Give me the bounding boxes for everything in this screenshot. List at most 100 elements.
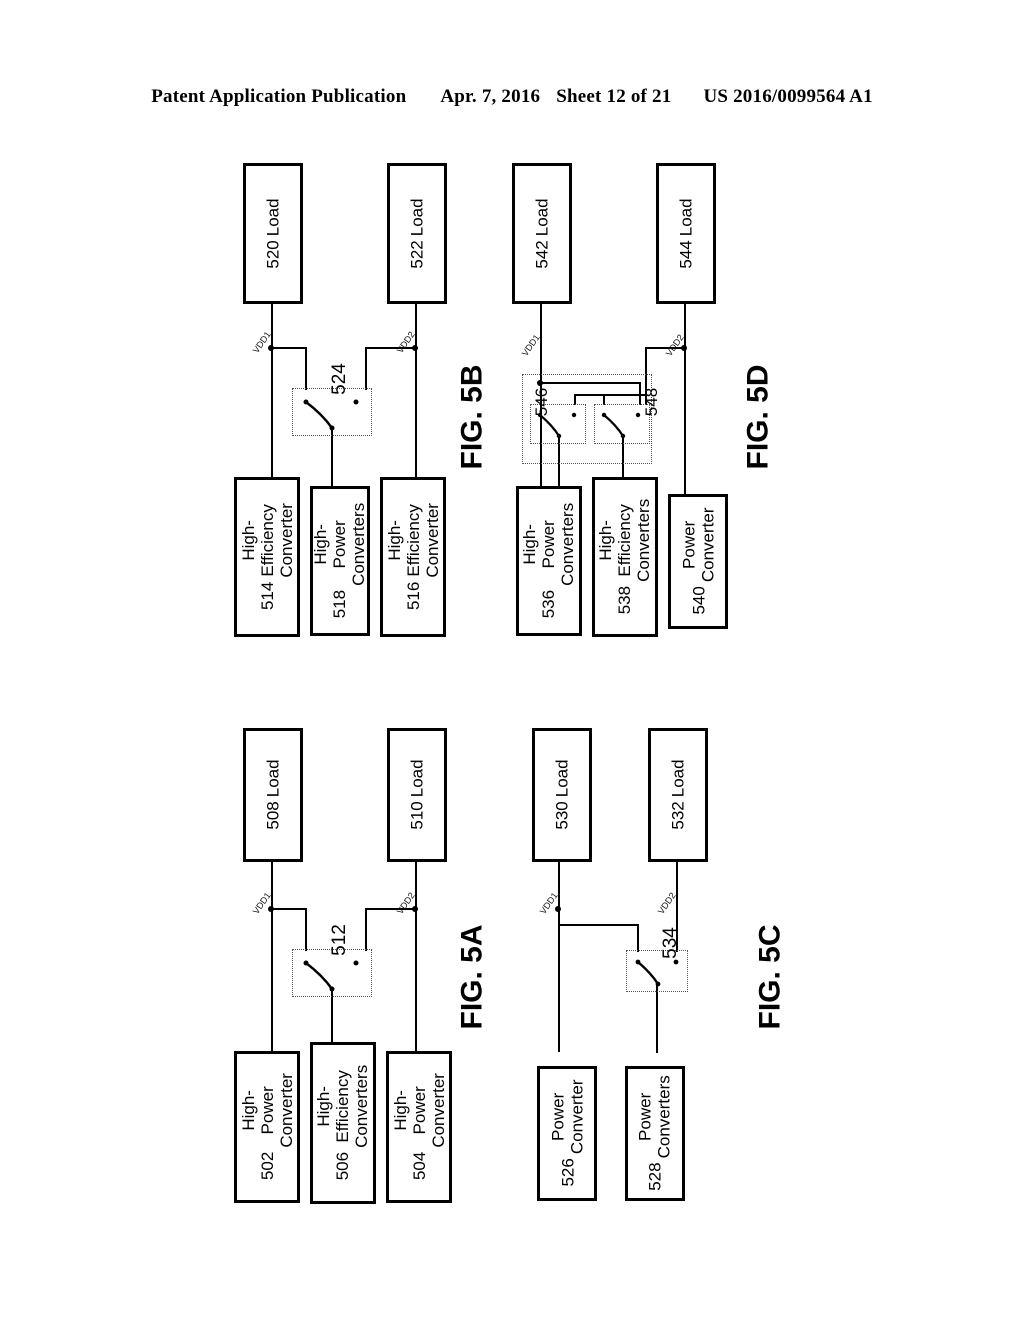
load-label-510: Load	[407, 759, 427, 798]
bus-wire-right-5a	[366, 908, 416, 910]
net-node-vdd1	[268, 345, 274, 351]
converter-ref-502: 502	[257, 1152, 277, 1181]
converter-label-518: High-Power Converters	[311, 503, 369, 587]
net-node-vdd1-5c	[555, 906, 561, 912]
bus-wire-5c	[558, 924, 638, 926]
figure-label-5c: FIG. 5C	[753, 924, 787, 1030]
converter-wire-502	[271, 908, 273, 1052]
bus-drop-right	[365, 347, 367, 390]
converter-ref-506: 506	[333, 1152, 353, 1181]
net-label-vdd2-5a: VDD2	[394, 890, 417, 916]
converter-box-540: 540 Power Converter	[668, 494, 728, 629]
load-label-532: Load	[668, 759, 688, 798]
switch-symbol-524[interactable]	[292, 388, 372, 436]
net-label-vdd1-5a: VDD1	[250, 890, 273, 916]
sheet-number: Sheet 12 of 21	[556, 86, 672, 107]
converter-box-518: 518 High-Power Converters	[310, 486, 370, 636]
publication-date: Apr. 7, 2016	[440, 86, 541, 107]
load-label-508: Load	[263, 759, 283, 798]
converter-ref-504: 504	[409, 1152, 429, 1181]
load-ref-510: 510	[407, 801, 427, 831]
net-node-vdd2	[412, 345, 418, 351]
switch-symbol-548[interactable]	[594, 404, 650, 444]
net-node-vdd1-5a	[268, 906, 274, 912]
net-label-vdd1: VDD1	[250, 329, 273, 355]
load-box-522: 522 Load	[387, 163, 447, 304]
net-wire-vdd2-5c	[676, 862, 678, 910]
converter-box-506: 506 High-Efficiency Converters	[310, 1042, 376, 1204]
load-ref-544: 544	[676, 240, 696, 269]
converter-box-514: 514 High-Efficiency Converter	[234, 477, 300, 637]
converter-ref-540: 540	[688, 586, 708, 616]
converter-label-502: High-Power Converter	[238, 1073, 296, 1149]
converter-ref-518: 518	[330, 590, 350, 619]
converter-ref-514: 514	[257, 582, 277, 611]
load-ref-542: 542	[532, 240, 552, 269]
net-wire-vdd1-5c	[558, 862, 560, 1052]
load-ref-520: 520	[263, 240, 283, 269]
load-label-542: Load	[532, 198, 552, 237]
load-label-544: Load	[676, 198, 696, 237]
converter-box-536: 536 High-Power Converters	[516, 486, 582, 636]
converter-box-516: 516 High-Efficiency Converter	[380, 477, 446, 637]
net-label-vdd2: VDD2	[394, 329, 417, 355]
bus-drop-left-5a	[305, 908, 307, 951]
converter-box-528: 528 Power Converters	[625, 1066, 685, 1201]
figure-label-5d: FIG. 5D	[741, 364, 775, 470]
converter-label-514: High-Efficiency Converter	[238, 503, 296, 579]
load-box-542: 542 Load	[512, 163, 572, 304]
converter-box-526: 526 Power Converter	[537, 1066, 597, 1201]
switch-common-wire	[331, 428, 333, 488]
load-label-530: Load	[552, 759, 572, 798]
converter-ref-536: 536	[539, 590, 559, 619]
load-box-520: 520 Load	[243, 163, 303, 304]
converter-ref-528: 528	[645, 1162, 665, 1192]
figure-label-5a: FIG. 5A	[455, 924, 489, 1030]
converter-box-538: 538 High-Efficiency Converters	[592, 477, 658, 637]
bus-wire-right	[366, 347, 416, 349]
converter-wire-504	[415, 908, 417, 1052]
net-wire-vdd2	[415, 304, 417, 348]
bus-drop-5c	[637, 924, 639, 952]
bus-drop-right-5a	[365, 908, 367, 951]
switch-symbol-546[interactable]	[530, 404, 586, 444]
load-ref-532: 532	[668, 801, 688, 831]
converter-ref-538: 538	[615, 586, 635, 615]
converter-box-502: 502 High-Power Converter	[234, 1051, 300, 1203]
load-box-530: 530 Load	[532, 728, 592, 862]
converter-label-516: High-Efficiency Converter	[384, 503, 442, 579]
converter-ref-516: 516	[403, 582, 423, 611]
converter-label-528: Power Converters	[635, 1075, 675, 1159]
load-ref-530: 530	[552, 801, 572, 831]
converter-wire-514	[271, 347, 273, 478]
switch-symbol-512[interactable]	[292, 949, 372, 997]
group-node-a	[537, 380, 543, 386]
load-ref-508: 508	[263, 801, 283, 831]
patent-number: US 2016/0099564 A1	[703, 86, 873, 107]
switch-common-wire-5c	[656, 985, 658, 1053]
load-box-544: 544 Load	[656, 163, 716, 304]
converter-label-538: High-Efficiency Converters	[596, 499, 654, 583]
converter-wire-516	[415, 347, 417, 478]
net-node-vdd2-5a	[412, 906, 418, 912]
load-label-520: Load	[263, 198, 283, 237]
load-box-508: 508 Load	[243, 728, 303, 862]
net-label-vdd2-5c: VDD2	[655, 890, 678, 916]
figure-label-5b: FIG. 5B	[455, 364, 489, 470]
load-ref-522: 522	[407, 240, 427, 269]
net-label-vdd1-5c: VDD1	[537, 890, 560, 916]
bus-drop-left	[305, 347, 307, 390]
bus-wire-left-5a	[271, 908, 306, 910]
converter-label-526: Power Converter	[547, 1079, 587, 1155]
net-wire-vdd1	[271, 304, 273, 348]
net-node-vdd2-5d	[681, 345, 687, 351]
load-box-532: 532 Load	[648, 728, 708, 862]
converter-label-506: High-Efficiency Converters	[314, 1065, 372, 1149]
converter-ref-526: 526	[557, 1158, 577, 1188]
switch-symbol-534[interactable]	[626, 950, 688, 992]
net-wire-vdd2-5d	[684, 304, 686, 494]
net-wire-vdd2-5a	[415, 862, 417, 910]
bus-wire-left	[271, 347, 306, 349]
net-label-vdd1-5d: VDD1	[519, 332, 542, 358]
load-label-522: Load	[407, 198, 427, 237]
